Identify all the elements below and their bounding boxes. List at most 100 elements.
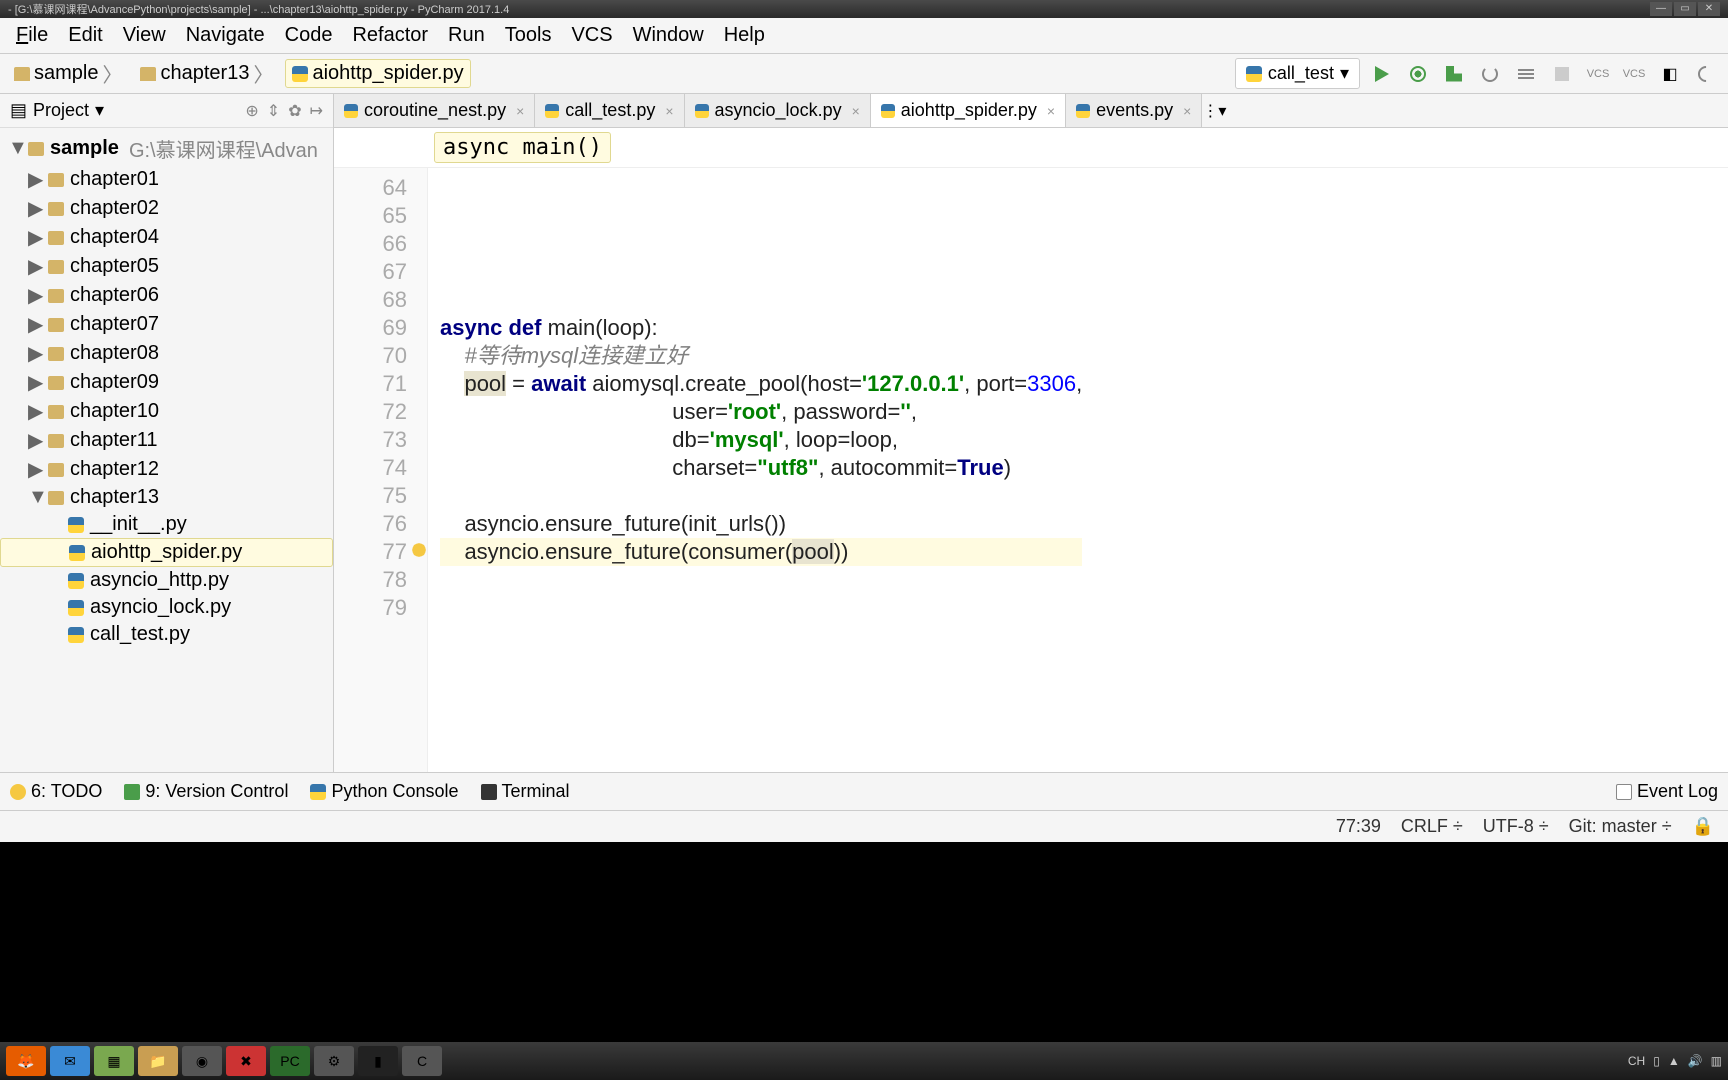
taskbar-pycharm[interactable]: PC xyxy=(270,1046,310,1076)
close-icon[interactable]: × xyxy=(852,103,860,119)
project-panel-header: ▤ Project ▾ ⊕ ⇕ ✿ ↦ xyxy=(0,94,333,128)
tree-folder[interactable]: ▶chapter12 xyxy=(0,455,333,484)
system-tray[interactable]: CH▯▲🔊▥ xyxy=(1628,1054,1722,1068)
python-console-tool-button[interactable]: Python Console xyxy=(310,781,458,802)
code-content[interactable]: async def main(loop): #等待mysql连接建立好 pool… xyxy=(428,168,1082,772)
tree-folder[interactable]: ▶chapter07 xyxy=(0,310,333,339)
window-title-bar: - [G:\慕课网课程\AdvancePython\projects\sampl… xyxy=(0,0,1728,18)
folder-icon xyxy=(48,173,64,187)
taskbar-cmd[interactable]: ▮ xyxy=(358,1046,398,1076)
taskbar-app[interactable]: ⚙ xyxy=(314,1046,354,1076)
file-encoding[interactable]: UTF-8 ÷ xyxy=(1483,816,1549,837)
status-bar: 77:39 CRLF ÷ UTF-8 ÷ Git: master ÷ 🔒 xyxy=(0,810,1728,842)
collapse-icon[interactable]: ⇕ xyxy=(267,101,280,121)
tree-folder[interactable]: ▶chapter11 xyxy=(0,426,333,455)
event-log-tool-button[interactable]: Event Log xyxy=(1616,781,1718,802)
lines-icon xyxy=(1518,69,1534,79)
stop-icon xyxy=(1555,67,1569,81)
editor-tab[interactable]: call_test.py× xyxy=(535,94,684,127)
os-taskbar: 🦊 ✉ ▦ 📁 ◉ ✖ PC ⚙ ▮ C CH▯▲🔊▥ xyxy=(0,1042,1728,1080)
menu-code[interactable]: Code xyxy=(275,20,343,51)
refresh-button[interactable] xyxy=(1476,60,1504,88)
maximize-button[interactable]: ▭ xyxy=(1674,2,1696,16)
menu-vcs[interactable]: VCS xyxy=(561,20,622,51)
menu-tools[interactable]: Tools xyxy=(495,20,562,51)
menu-window[interactable]: Window xyxy=(623,20,714,51)
minimize-button[interactable]: — xyxy=(1650,2,1672,16)
taskbar-firefox[interactable]: 🦊 xyxy=(6,1046,46,1076)
close-icon[interactable]: × xyxy=(665,103,673,119)
tree-folder[interactable]: ▶chapter04 xyxy=(0,223,333,252)
intention-bulb-icon[interactable] xyxy=(411,542,427,558)
menu-help[interactable]: Help xyxy=(714,20,775,51)
chevron-down-icon[interactable]: ▾ xyxy=(95,100,104,121)
tree-folder[interactable]: ▶chapter06 xyxy=(0,281,333,310)
menu-navigate[interactable]: Navigate xyxy=(176,20,275,51)
folder-icon xyxy=(48,318,64,332)
taskbar-app[interactable]: ✉ xyxy=(50,1046,90,1076)
taskbar-app[interactable]: ▦ xyxy=(94,1046,134,1076)
git-branch[interactable]: Git: master ÷ xyxy=(1569,816,1672,837)
bottom-tool-bar: 6: TODO 9: Version Control Python Consol… xyxy=(0,772,1728,810)
code-editor[interactable]: 64656667686970717273747576777879 async d… xyxy=(334,168,1728,772)
editor-tab[interactable]: coroutine_nest.py× xyxy=(334,94,535,127)
compare-button[interactable]: ◧ xyxy=(1656,60,1684,88)
hide-icon[interactable]: ↦ xyxy=(310,101,323,121)
log-icon xyxy=(1616,784,1632,800)
coverage-button[interactable] xyxy=(1440,60,1468,88)
terminal-tool-button[interactable]: Terminal xyxy=(481,781,570,802)
todo-tool-button[interactable]: 6: TODO xyxy=(10,781,102,802)
version-control-tool-button[interactable]: 9: Version Control xyxy=(124,781,288,802)
tree-folder-open[interactable]: ▼chapter13 xyxy=(0,484,333,511)
close-icon[interactable]: × xyxy=(1047,103,1055,119)
run-button[interactable] xyxy=(1368,60,1396,88)
layout-button[interactable] xyxy=(1512,60,1540,88)
tree-folder[interactable]: ▶chapter09 xyxy=(0,368,333,397)
tree-folder[interactable]: ▶chapter01 xyxy=(0,165,333,194)
stop-button[interactable] xyxy=(1548,60,1576,88)
menu-file[interactable]: File xyxy=(6,20,58,51)
tree-folder[interactable]: ▶chapter08 xyxy=(0,339,333,368)
tree-folder[interactable]: ▶chapter05 xyxy=(0,252,333,281)
vcs-update-button[interactable]: VCS xyxy=(1584,60,1612,88)
taskbar-chrome[interactable]: ◉ xyxy=(182,1046,222,1076)
tree-file[interactable]: asyncio_http.py xyxy=(0,567,333,594)
menu-run[interactable]: Run xyxy=(438,20,495,51)
crumb-folder[interactable]: chapter13 〉 xyxy=(134,57,279,90)
python-file-icon xyxy=(344,104,358,118)
target-icon[interactable]: ⊕ xyxy=(245,101,258,121)
line-separator[interactable]: CRLF ÷ xyxy=(1401,816,1463,837)
tabs-more[interactable]: ⋮▾ xyxy=(1202,101,1226,121)
tree-file[interactable]: asyncio_lock.py xyxy=(0,594,333,621)
close-icon[interactable]: × xyxy=(1183,103,1191,119)
tree-root[interactable]: ▼sampleG:\慕课网课程\Advan xyxy=(0,132,333,165)
editor-tab[interactable]: events.py× xyxy=(1066,94,1202,127)
project-tree[interactable]: ▼sampleG:\慕课网课程\Advan▶chapter01▶chapter0… xyxy=(0,128,333,652)
editor-tab[interactable]: asyncio_lock.py× xyxy=(685,94,871,127)
crumb-project[interactable]: sample 〉 xyxy=(8,57,128,90)
menu-view[interactable]: View xyxy=(113,20,176,51)
tree-folder[interactable]: ▶chapter02 xyxy=(0,194,333,223)
close-button[interactable]: ✕ xyxy=(1698,2,1720,16)
tree-file[interactable]: aiohttp_spider.py xyxy=(0,538,333,567)
menu-edit[interactable]: Edit xyxy=(58,20,112,51)
menu-refactor[interactable]: Refactor xyxy=(342,20,438,51)
gutter[interactable]: 64656667686970717273747576777879 xyxy=(334,168,428,772)
debug-button[interactable] xyxy=(1404,60,1432,88)
editor-tab[interactable]: aiohttp_spider.py× xyxy=(871,94,1066,127)
close-icon[interactable]: × xyxy=(516,103,524,119)
vcs-commit-button[interactable]: VCS xyxy=(1620,60,1648,88)
crumb-file[interactable]: aiohttp_spider.py xyxy=(285,59,470,88)
tree-file[interactable]: call_test.py xyxy=(0,621,333,648)
tree-folder[interactable]: ▶chapter10 xyxy=(0,397,333,426)
revert-button[interactable] xyxy=(1692,60,1720,88)
tree-file[interactable]: __init__.py xyxy=(0,511,333,538)
run-configuration-select[interactable]: call_test ▾ xyxy=(1235,58,1360,89)
gear-icon[interactable]: ✿ xyxy=(288,101,301,121)
taskbar-explorer[interactable]: 📁 xyxy=(138,1046,178,1076)
bug-icon xyxy=(1410,66,1426,82)
taskbar-app[interactable]: C xyxy=(402,1046,442,1076)
taskbar-app[interactable]: ✖ xyxy=(226,1046,266,1076)
context-bar: async main() xyxy=(334,128,1728,168)
refresh-icon xyxy=(1482,66,1498,82)
